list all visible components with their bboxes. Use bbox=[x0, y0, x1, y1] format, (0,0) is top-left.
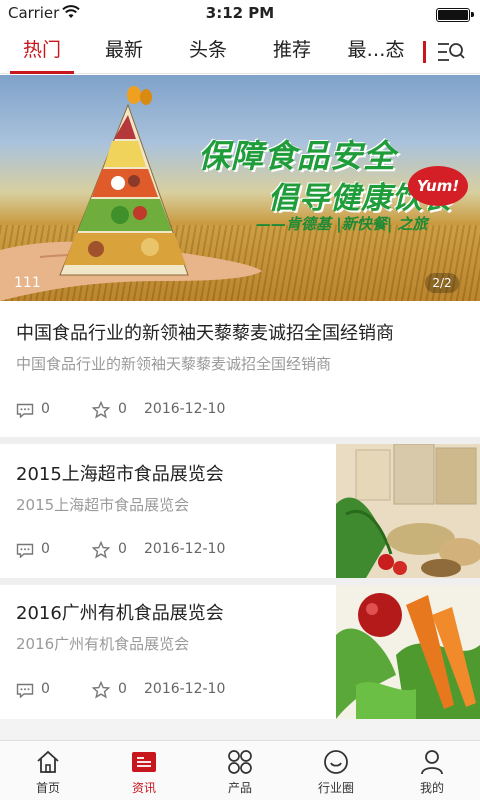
favorite-count: 0 bbox=[118, 541, 127, 557]
comment-icon bbox=[16, 543, 34, 558]
comment-icon bbox=[16, 403, 34, 418]
publish-date: 2016-12-10 bbox=[144, 401, 226, 417]
news-subtitle: 2016广州有机食品展览会 bbox=[16, 635, 190, 653]
banner-carousel[interactable]: 保障食品安全 倡导健康饮食 ——肯德基 |新快餐| 之旅 Yum! 111 2/… bbox=[0, 75, 480, 301]
tab-latest-updates[interactable]: 最…态 bbox=[336, 28, 416, 74]
news-icon bbox=[132, 752, 156, 772]
favorite-count: 0 bbox=[118, 681, 127, 697]
bottom-navigation: 首页 资讯 产品 行业圈 我的 bbox=[0, 740, 480, 800]
list-search-icon[interactable] bbox=[436, 40, 466, 64]
nav-industry-circle[interactable]: 行业圈 bbox=[288, 741, 384, 800]
star-icon bbox=[92, 401, 110, 419]
industry-circle-icon bbox=[324, 750, 348, 774]
comment-count: 0 bbox=[41, 681, 50, 697]
news-item[interactable]: 2015上海超市食品展览会 2015上海超市食品展览会 0 0 2016-12-… bbox=[0, 444, 480, 578]
nav-products[interactable]: 产品 bbox=[192, 741, 288, 800]
nav-label: 行业圈 bbox=[317, 781, 354, 795]
news-title: 2015上海超市食品展览会 bbox=[16, 464, 224, 485]
news-thumbnail bbox=[336, 444, 480, 578]
publish-date: 2016-12-10 bbox=[144, 681, 226, 697]
list-separator bbox=[0, 437, 480, 444]
news-title: 中国食品行业的新领袖天藜藜麦诚招全国经销商 bbox=[16, 323, 394, 344]
battery-icon bbox=[436, 8, 474, 22]
products-grid-icon bbox=[228, 750, 252, 774]
news-item[interactable]: 2016广州有机食品展览会 2016广州有机食品展览会 0 0 2016-12-… bbox=[0, 585, 480, 719]
nav-label: 资讯 bbox=[131, 781, 156, 795]
tab-divider bbox=[423, 41, 426, 63]
news-subtitle: 中国食品行业的新领袖天藜藜麦诚招全国经销商 bbox=[16, 355, 332, 373]
nav-home[interactable]: 首页 bbox=[0, 741, 96, 800]
tab-headlines[interactable]: 头条 bbox=[170, 28, 246, 74]
tab-recommended[interactable]: 推荐 bbox=[254, 28, 330, 74]
comment-count: 0 bbox=[41, 541, 50, 557]
nav-news[interactable]: 资讯 bbox=[96, 741, 192, 800]
home-icon bbox=[37, 750, 59, 773]
yum-brand-badge: Yum! bbox=[408, 166, 468, 206]
status-bar: Carrier 3:12 PM bbox=[0, 0, 480, 28]
news-item[interactable]: 中国食品行业的新领袖天藜藜麦诚招全国经销商 中国食品行业的新领袖天藜藜麦诚招全国… bbox=[0, 301, 480, 437]
news-subtitle: 2015上海超市食品展览会 bbox=[16, 496, 190, 514]
news-title: 2016广州有机食品展览会 bbox=[16, 603, 224, 624]
nav-label: 首页 bbox=[35, 781, 60, 795]
tab-latest[interactable]: 最新 bbox=[86, 28, 162, 74]
nav-profile[interactable]: 我的 bbox=[384, 741, 480, 800]
list-separator bbox=[0, 578, 480, 585]
publish-date: 2016-12-10 bbox=[144, 541, 226, 557]
nav-label: 我的 bbox=[419, 781, 444, 795]
favorite-count: 0 bbox=[118, 401, 127, 417]
banner-caption: 111 bbox=[14, 275, 41, 291]
banner-slogan-line1: 保障食品安全 bbox=[198, 137, 397, 175]
profile-icon bbox=[421, 750, 443, 775]
comment-count: 0 bbox=[41, 401, 50, 417]
clock: 3:12 PM bbox=[205, 4, 275, 22]
news-thumbnail bbox=[336, 585, 480, 719]
category-tabs: 热门 最新 头条 推荐 最…态 bbox=[0, 28, 480, 74]
list-separator bbox=[0, 719, 480, 740]
nav-label: 产品 bbox=[227, 781, 252, 795]
banner-slogan-line3: ——肯德基 |新快餐| 之旅 bbox=[256, 215, 428, 233]
star-icon bbox=[92, 681, 110, 699]
tab-hot[interactable]: 热门 bbox=[4, 28, 80, 74]
news-meta: 0 0 2016-12-10 bbox=[16, 401, 336, 421]
news-meta: 0 0 2016-12-10 bbox=[16, 681, 316, 701]
banner-page-indicator: 2/2 bbox=[425, 273, 459, 293]
news-meta: 0 0 2016-12-10 bbox=[16, 541, 316, 561]
star-icon bbox=[92, 541, 110, 559]
comment-icon bbox=[16, 683, 34, 698]
